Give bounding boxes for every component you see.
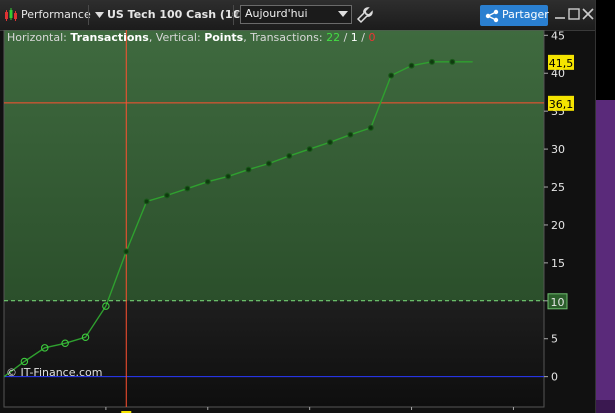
legend-slash: / bbox=[357, 31, 369, 44]
y-tick-label: 25 bbox=[551, 181, 565, 194]
instrument-selector[interactable]: US Tech 100 Cash (1€) bbox=[107, 6, 245, 24]
share-icon bbox=[485, 9, 499, 23]
legend-transactions-prefix: , Transactions: bbox=[243, 31, 323, 44]
trade-point bbox=[164, 192, 170, 199]
trade-point bbox=[123, 248, 130, 255]
y-tick-label: 45 bbox=[551, 30, 565, 42]
cursor-y-label: 36,1 bbox=[549, 98, 574, 111]
legend-vertical-value: Points bbox=[204, 31, 244, 44]
performance-chart[interactable]: 05101520253035404551015202541,536,1106 bbox=[0, 30, 590, 413]
toolbar-separator bbox=[233, 5, 234, 25]
period-select-value: Aujourd'hui bbox=[245, 7, 308, 20]
trade-point bbox=[286, 152, 293, 159]
trade-point bbox=[204, 178, 211, 185]
copyright-text: © IT-Finance.com bbox=[6, 366, 103, 379]
trade-point bbox=[245, 166, 252, 173]
last-value-label: 41,5 bbox=[549, 57, 574, 70]
y-tick-label: 20 bbox=[551, 219, 565, 232]
legend-neutral-count: 1 bbox=[350, 31, 358, 44]
minimize-icon[interactable] bbox=[553, 7, 567, 21]
trade-point bbox=[265, 160, 272, 167]
trade-point bbox=[225, 173, 232, 180]
share-button-label: Partager bbox=[502, 8, 549, 21]
legend-separator: , Vertical: bbox=[148, 31, 201, 44]
trade-point bbox=[306, 146, 313, 153]
y-tick-label: 30 bbox=[551, 143, 565, 156]
trade-point bbox=[408, 62, 415, 69]
candlestick-icon bbox=[5, 8, 17, 21]
close-icon[interactable] bbox=[581, 7, 595, 21]
window-toolbar: Performance US Tech 100 Cash (1€) Aujour… bbox=[0, 0, 595, 31]
trade-point bbox=[184, 185, 191, 192]
chevron-down-icon[interactable] bbox=[95, 12, 104, 18]
legend-slash: / bbox=[340, 31, 351, 44]
wrench-icon[interactable] bbox=[356, 6, 374, 24]
trade-point bbox=[367, 124, 374, 131]
trade-point bbox=[428, 58, 435, 65]
legend-horizontal-value: Transactions bbox=[70, 31, 149, 44]
chart-legend: Horizontal: Transactions, Vertical: Poin… bbox=[7, 31, 375, 44]
trade-point bbox=[347, 131, 354, 138]
trade-point bbox=[449, 58, 456, 65]
trade-point bbox=[388, 72, 395, 79]
trade-point bbox=[143, 198, 150, 205]
performance-title: Performance bbox=[21, 8, 91, 21]
y-tick-label: 15 bbox=[551, 257, 565, 270]
share-button[interactable]: Partager bbox=[480, 5, 549, 26]
maximize-icon[interactable] bbox=[567, 7, 581, 21]
trade-point bbox=[327, 139, 333, 146]
profit-zone bbox=[4, 30, 544, 301]
background-chart-window bbox=[595, 100, 615, 413]
period-select[interactable]: Aujourd'hui bbox=[240, 5, 352, 24]
y-tick-label: 0 bbox=[551, 371, 558, 384]
legend-winners-count: 22 bbox=[326, 31, 341, 44]
chevron-down-icon bbox=[338, 11, 348, 17]
reference-level-label: 10 bbox=[551, 296, 565, 309]
base-zone bbox=[4, 300, 544, 407]
legend-losers-count: 0 bbox=[368, 31, 376, 44]
toolbar-separator bbox=[88, 5, 89, 25]
y-tick-label: 5 bbox=[551, 333, 558, 346]
performance-window: Performance US Tech 100 Cash (1€) Aujour… bbox=[0, 0, 596, 413]
legend-prefix: Horizontal: bbox=[7, 31, 67, 44]
